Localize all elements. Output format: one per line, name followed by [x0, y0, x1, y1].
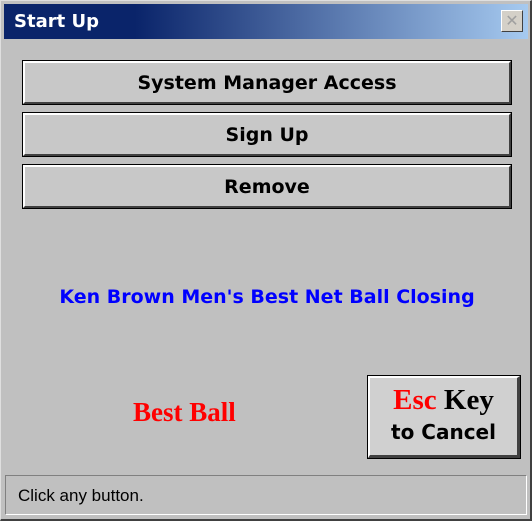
window-title: Start Up — [14, 11, 99, 32]
remove-label: Remove — [224, 175, 310, 198]
title-bar[interactable]: Start Up ✕ — [4, 4, 528, 39]
event-title: Ken Brown Men's Best Net Ball Closing — [59, 286, 475, 308]
status-message: Click any button. — [18, 486, 144, 505]
esc-key-line: Esc Key — [370, 384, 517, 416]
esc-cancel-button[interactable]: Esc Key to Cancel — [367, 375, 521, 459]
system-manager-access-button[interactable]: System Manager Access — [22, 60, 512, 105]
close-icon: ✕ — [505, 11, 519, 30]
sign-up-button[interactable]: Sign Up — [22, 112, 512, 157]
remove-button[interactable]: Remove — [22, 164, 512, 209]
close-button[interactable]: ✕ — [501, 10, 523, 32]
system-manager-access-label: System Manager Access — [137, 71, 397, 94]
key-word: Key — [443, 384, 494, 416]
start-up-window: Start Up ✕ System Manager Access Sign Up… — [0, 0, 532, 521]
status-bar: Click any button. — [5, 475, 527, 515]
to-cancel-label: to Cancel — [391, 420, 496, 444]
esc-word: Esc — [393, 384, 437, 416]
sign-up-label: Sign Up — [225, 123, 309, 146]
format-label: Best Ball — [133, 397, 236, 427]
